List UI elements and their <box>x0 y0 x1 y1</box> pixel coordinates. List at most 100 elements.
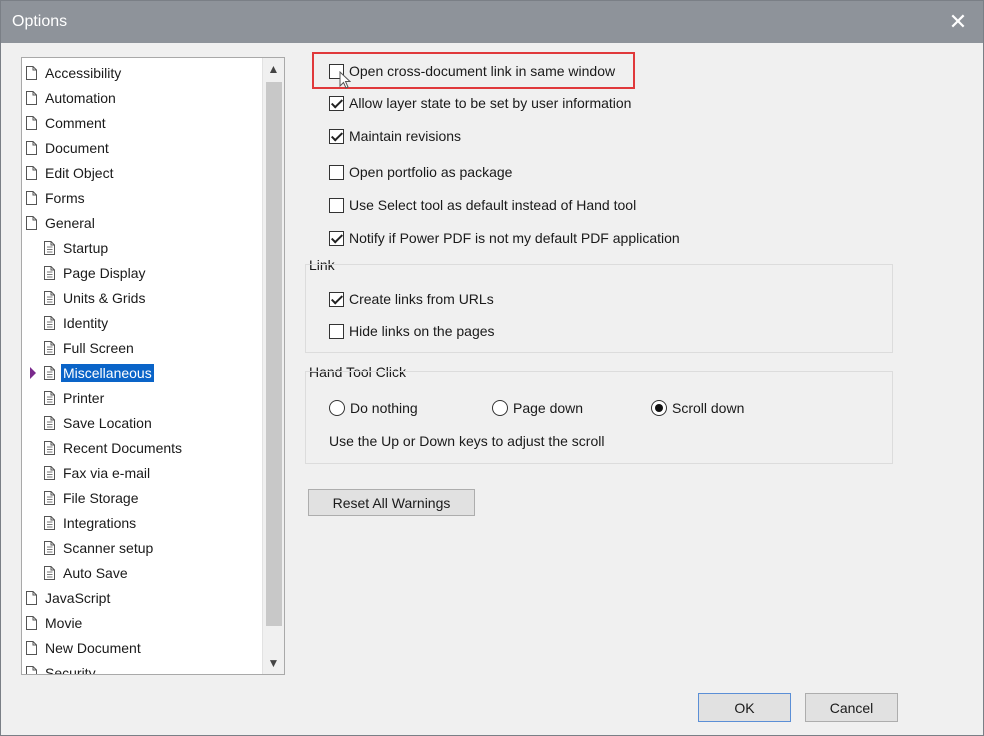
option-label: Use Select tool as default instead of Ha… <box>349 197 637 213</box>
tree-item[interactable]: Fax via e-mail <box>44 461 152 485</box>
page-icon <box>26 166 37 180</box>
page-icon <box>26 141 37 155</box>
option-maintain-revisions[interactable]: Maintain revisions <box>329 125 461 147</box>
options-dialog: Options ✕ Accessibility Automation Comment… <box>0 0 984 736</box>
radio-button[interactable] <box>492 400 508 416</box>
tree-item-label: Miscellaneous <box>61 364 154 382</box>
option-allow-layer-state[interactable]: Allow layer state to be set by user info… <box>329 92 631 114</box>
tree-item-label: Scanner setup <box>63 540 154 556</box>
radio-page-down[interactable]: Page down <box>492 397 583 419</box>
document-lines-icon <box>44 241 55 255</box>
tree-item[interactable]: Integrations <box>44 511 138 535</box>
tree-item[interactable]: Edit Object <box>26 161 115 185</box>
option-label: Open portfolio as package <box>349 164 513 180</box>
tree-item[interactable]: File Storage <box>44 486 140 510</box>
page-icon <box>26 641 37 655</box>
tree-item[interactable]: Miscellaneous <box>30 361 154 385</box>
page-icon <box>26 191 37 205</box>
mouse-cursor-icon <box>339 71 351 89</box>
tree-item-label: Accessibility <box>45 65 122 81</box>
tree-item-label: Movie <box>45 615 83 631</box>
option-label: Notify if Power PDF is not my default PD… <box>349 230 680 246</box>
radio-scroll-down[interactable]: Scroll down <box>651 397 744 419</box>
tree-item[interactable]: New Document <box>26 636 143 660</box>
tree-item-label: JavaScript <box>45 590 111 606</box>
option-open-portfolio-as-package[interactable]: Open portfolio as package <box>329 161 512 183</box>
tree-item-label: Printer <box>63 390 105 406</box>
option-open-cross-document-link[interactable]: Open cross-document link in same window <box>329 60 615 82</box>
tree-item[interactable]: Printer <box>44 386 106 410</box>
tree-item[interactable]: Security <box>26 661 98 675</box>
tree-item[interactable]: Units & Grids <box>44 286 147 310</box>
checkbox[interactable] <box>329 323 344 339</box>
option-label: Allow layer state to be set by user info… <box>349 95 632 111</box>
option-label: Create links from URLs <box>349 291 494 307</box>
option-hide-links-on-pages[interactable]: Hide links on the pages <box>329 320 495 342</box>
checkbox[interactable] <box>329 128 344 144</box>
reset-all-warnings-button[interactable]: Reset All Warnings <box>308 489 475 516</box>
document-lines-icon <box>44 566 55 580</box>
tree-item[interactable]: General <box>26 211 97 235</box>
document-lines-icon <box>44 541 55 555</box>
tree-item-label: Fax via e-mail <box>63 465 151 481</box>
tree-item[interactable]: Automation <box>26 86 118 110</box>
page-icon <box>26 116 37 130</box>
tree-item[interactable]: Document <box>26 136 111 160</box>
tree-item[interactable]: Recent Documents <box>44 436 184 460</box>
radio-button[interactable] <box>329 400 345 416</box>
radio-do-nothing[interactable]: Do nothing <box>329 397 418 419</box>
scroll-up-chevron-icon[interactable]: ▲ <box>263 58 284 80</box>
option-label: Maintain revisions <box>349 128 462 144</box>
tree-item-label: Security <box>45 665 96 675</box>
checkbox[interactable] <box>329 291 344 307</box>
tree-item-label: New Document <box>45 640 141 656</box>
tree-item[interactable]: Scanner setup <box>44 536 155 560</box>
radio-button[interactable] <box>651 400 667 416</box>
checkbox[interactable] <box>329 197 344 213</box>
tree-item-label: Edit Object <box>45 165 114 181</box>
title-bar[interactable]: Options ✕ <box>1 1 983 43</box>
tree-item[interactable]: Auto Save <box>44 561 130 585</box>
radio-label: Do nothing <box>350 400 418 416</box>
tree-item[interactable]: Identity <box>44 311 110 335</box>
checkbox[interactable] <box>329 230 344 246</box>
scroll-thumb[interactable] <box>266 82 282 626</box>
tree-item-label: Auto Save <box>63 565 128 581</box>
document-lines-icon <box>44 516 55 530</box>
tree-item[interactable]: Save Location <box>44 411 154 435</box>
window-title: Options <box>12 13 68 30</box>
tree-item-label: Automation <box>45 90 116 106</box>
tree-item-label: Page Display <box>63 265 146 281</box>
checkbox[interactable] <box>329 95 344 111</box>
cancel-button[interactable]: Cancel <box>805 693 898 722</box>
option-create-links-from-urls[interactable]: Create links from URLs <box>329 288 494 310</box>
option-notify-default-pdf-app[interactable]: Notify if Power PDF is not my default PD… <box>329 227 680 249</box>
tree-item-label: Units & Grids <box>63 290 146 306</box>
close-icon[interactable]: ✕ <box>945 9 971 35</box>
tree-item[interactable]: Comment <box>26 111 108 135</box>
tree-item[interactable]: Startup <box>44 236 110 260</box>
option-use-select-tool-default[interactable]: Use Select tool as default instead of Ha… <box>329 194 636 216</box>
tree-item-label: Comment <box>45 115 106 131</box>
tree-item[interactable]: Accessibility <box>26 61 123 85</box>
ok-button[interactable]: OK <box>698 693 791 722</box>
category-tree: Accessibility Automation Comment Document Ed… <box>21 57 285 675</box>
tree-item-label: Document <box>45 140 109 156</box>
option-label: Hide links on the pages <box>349 323 495 339</box>
tree-item[interactable]: Movie <box>26 611 84 635</box>
tree-item[interactable]: Page Display <box>44 261 148 285</box>
page-icon <box>26 616 37 630</box>
page-icon <box>26 666 37 674</box>
checkbox[interactable] <box>329 164 344 180</box>
tree-scrollbar[interactable]: ▲ ▼ <box>262 58 284 674</box>
scroll-down-chevron-icon[interactable]: ▼ <box>263 652 284 674</box>
tree-item[interactable]: JavaScript <box>26 586 112 610</box>
tree-item[interactable]: Full Screen <box>44 336 136 360</box>
tree-item-label: Startup <box>63 240 109 256</box>
radio-label: Scroll down <box>672 400 745 416</box>
document-lines-icon <box>44 391 55 405</box>
tree-item[interactable]: Forms <box>26 186 87 210</box>
scroll-hint-text: Use the Up or Down keys to adjust the sc… <box>329 433 605 449</box>
tree-item-label: General <box>45 215 95 231</box>
tree-item-label: Recent Documents <box>63 440 183 456</box>
